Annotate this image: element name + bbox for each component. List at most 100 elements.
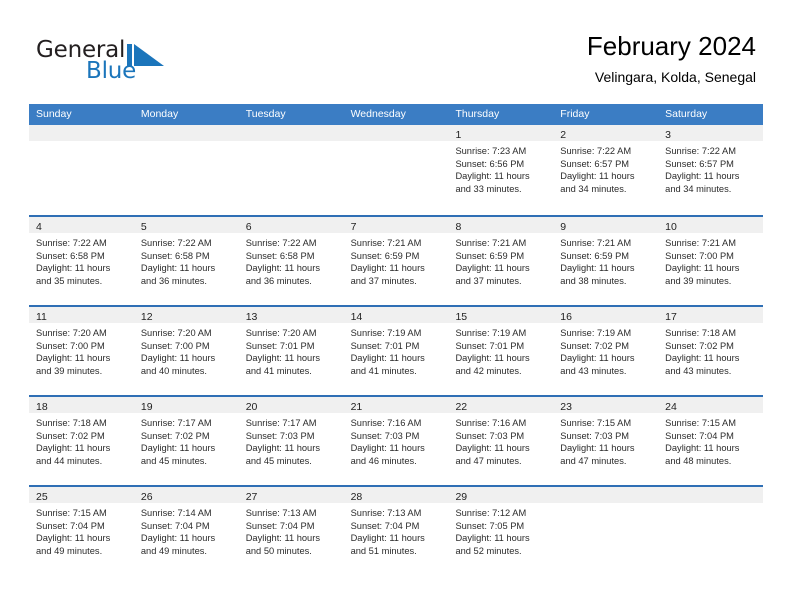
sun-info-line: Sunset: 7:03 PM <box>350 430 420 441</box>
day-number-strip <box>658 487 764 503</box>
sun-info-line: Sunset: 6:57 PM <box>665 158 734 169</box>
day-number-strip: 17 <box>658 307 764 323</box>
day-number-strip <box>553 487 659 503</box>
calendar-day-cell-empty <box>133 125 239 215</box>
day-number: 10 <box>665 221 677 233</box>
sun-info-line: and 43 minutes. <box>560 365 627 376</box>
sun-info-line: Daylight: 11 hours <box>665 263 740 274</box>
sun-info-line: Daylight: 11 hours <box>245 263 320 274</box>
calendar-day-cell[interactable]: 14 Sunrise: 7:19 AM Sunset: 7:01 PM Dayligh… <box>343 307 449 395</box>
day-number: 24 <box>665 401 677 413</box>
sun-info: Sunrise: 7:22 AM Sunset: 6:58 PM Daylight:… <box>134 233 239 287</box>
sun-info-line: and 48 minutes. <box>665 455 732 466</box>
sun-info-line: Daylight: 11 hours <box>245 443 320 454</box>
sun-info-line: Sunrise: 7:21 AM <box>350 238 422 248</box>
calendar-day-cell[interactable]: 9 Sunrise: 7:21 AM Sunset: 6:59 PM Daylight… <box>553 217 659 305</box>
day-number-strip: 6 <box>238 217 344 233</box>
sun-info-line: and 39 minutes. <box>665 275 732 286</box>
sun-info: Sunrise: 7:21 AM Sunset: 6:59 PM Daylight:… <box>553 233 658 287</box>
calendar-page: General Blue February 2024 Velingara, Ko… <box>0 0 792 612</box>
sun-info-line: Sunrise: 7:13 AM <box>245 508 317 518</box>
title-block: February 2024 Velingara, Kolda, Senegal <box>587 30 756 87</box>
sun-info-line: Daylight: 11 hours <box>36 353 111 364</box>
triangle-flag-icon <box>127 44 164 66</box>
sun-info-line: and 52 minutes. <box>455 545 522 556</box>
sun-info-line: and 39 minutes. <box>36 365 103 376</box>
calendar-day-cell[interactable]: 28 Sunrise: 7:13 AM Sunset: 7:04 PM Dayligh… <box>343 487 449 575</box>
calendar-day-cell[interactable]: 22 Sunrise: 7:16 AM Sunset: 7:03 PM Dayligh… <box>448 397 554 485</box>
day-number: 2 <box>560 129 567 141</box>
sun-info: Sunrise: 7:18 AM Sunset: 7:02 PM Daylight:… <box>658 323 763 377</box>
day-number-strip: 27 <box>238 487 344 503</box>
calendar-day-cell[interactable]: 3 Sunrise: 7:22 AM Sunset: 6:57 PM Daylight… <box>658 125 764 215</box>
day-number: 11 <box>36 311 47 323</box>
calendar-day-cell[interactable]: 26 Sunrise: 7:14 AM Sunset: 7:04 PM Dayligh… <box>133 487 239 575</box>
day-number-strip: 3 <box>658 125 764 141</box>
sun-info-line: Sunset: 6:58 PM <box>140 250 210 261</box>
sun-info <box>29 141 134 145</box>
day-number: 18 <box>36 401 48 413</box>
calendar-day-cell[interactable]: 1 Sunrise: 7:23 AM Sunset: 6:56 PM Daylight… <box>448 125 554 215</box>
calendar-day-cell[interactable]: 7 Sunrise: 7:21 AM Sunset: 6:59 PM Daylight… <box>343 217 449 305</box>
calendar-day-cell[interactable]: 2 Sunrise: 7:22 AM Sunset: 6:57 PM Daylight… <box>553 125 659 215</box>
sun-info: Sunrise: 7:21 AM Sunset: 6:59 PM Daylight:… <box>448 233 553 287</box>
day-number-strip: 28 <box>343 487 449 503</box>
calendar-day-cell[interactable]: 20 Sunrise: 7:17 AM Sunset: 7:03 PM Dayligh… <box>238 397 344 485</box>
calendar-day-cell[interactable]: 6 Sunrise: 7:22 AM Sunset: 6:58 PM Daylight… <box>238 217 344 305</box>
sun-info-line: and 51 minutes. <box>350 545 417 556</box>
day-number: 4 <box>36 221 42 233</box>
day-number-strip <box>29 125 134 141</box>
calendar-day-cell[interactable]: 16 Sunrise: 7:19 AM Sunset: 7:02 PM Dayligh… <box>553 307 659 395</box>
calendar-day-cell[interactable]: 12 Sunrise: 7:20 AM Sunset: 7:00 PM Dayligh… <box>133 307 239 395</box>
day-number-strip: 12 <box>133 307 239 323</box>
sun-info-line: Daylight: 11 hours <box>350 533 425 544</box>
sun-info-line: and 36 minutes. <box>140 275 208 286</box>
calendar-day-cell[interactable]: 11 Sunrise: 7:20 AM Sunset: 7:00 PM Dayligh… <box>29 307 134 395</box>
sun-info-line: and 37 minutes. <box>455 275 522 286</box>
day-number: 6 <box>245 221 252 233</box>
calendar-day-cell[interactable]: 13 Sunrise: 7:20 AM Sunset: 7:01 PM Dayligh… <box>238 307 344 395</box>
calendar-day-cell[interactable]: 17 Sunrise: 7:18 AM Sunset: 7:02 PM Dayligh… <box>658 307 764 395</box>
sun-info-line: and 34 minutes. <box>665 183 732 194</box>
calendar-day-cell[interactable]: 19 Sunrise: 7:17 AM Sunset: 7:02 PM Dayligh… <box>133 397 239 485</box>
day-number-strip: 8 <box>448 217 554 233</box>
sun-info-line: Sunrise: 7:19 AM <box>455 328 527 338</box>
calendar-weeks: 1 Sunrise: 7:23 AM Sunset: 6:56 PM Daylight… <box>29 125 764 575</box>
sun-info-line: Sunset: 6:59 PM <box>350 250 420 261</box>
brand-logo[interactable]: General Blue <box>36 37 166 87</box>
day-number-strip: 4 <box>29 217 134 233</box>
sun-info-line: and 50 minutes. <box>245 545 312 556</box>
calendar-day-cell[interactable]: 24 Sunrise: 7:15 AM Sunset: 7:04 PM Dayligh… <box>658 397 764 485</box>
calendar-day-cell[interactable]: 10 Sunrise: 7:21 AM Sunset: 7:00 PM Dayligh… <box>658 217 764 305</box>
calendar-day-cell[interactable]: 15 Sunrise: 7:19 AM Sunset: 7:01 PM Dayligh… <box>448 307 554 395</box>
sun-info-line: Sunset: 7:04 PM <box>140 520 210 531</box>
sun-info-line: Daylight: 11 hours <box>245 353 320 364</box>
calendar-day-cell[interactable]: 4 Sunrise: 7:22 AM Sunset: 6:58 PM Daylight… <box>29 217 134 305</box>
day-number: 9 <box>560 221 567 233</box>
sun-info-line: Sunset: 7:00 PM <box>36 340 105 351</box>
sun-info: Sunrise: 7:15 AM Sunset: 7:04 PM Daylight:… <box>658 413 763 467</box>
calendar-day-cell[interactable]: 8 Sunrise: 7:21 AM Sunset: 6:59 PM Daylight… <box>448 217 554 305</box>
calendar-day-cell[interactable]: 18 Sunrise: 7:18 AM Sunset: 7:02 PM Dayligh… <box>29 397 134 485</box>
sun-info-line: Sunrise: 7:21 AM <box>560 238 632 248</box>
sun-info <box>553 503 658 507</box>
day-number-strip: 26 <box>133 487 239 503</box>
sun-info-line: Sunset: 7:01 PM <box>455 340 525 351</box>
sun-info-line: Daylight: 11 hours <box>455 353 530 364</box>
calendar-day-cell[interactable]: 29 Sunrise: 7:12 AM Sunset: 7:05 PM Dayligh… <box>448 487 554 575</box>
calendar-day-cell[interactable]: 25 Sunrise: 7:15 AM Sunset: 7:04 PM Dayligh… <box>29 487 134 575</box>
day-number-strip: 10 <box>658 217 764 233</box>
day-number: 14 <box>350 311 363 323</box>
sun-info-line: Sunrise: 7:17 AM <box>245 418 317 428</box>
calendar-day-cell[interactable]: 21 Sunrise: 7:16 AM Sunset: 7:03 PM Dayligh… <box>343 397 449 485</box>
sun-info-line: Daylight: 11 hours <box>140 353 216 364</box>
sun-info-line: Daylight: 11 hours <box>560 443 635 454</box>
calendar-day-cell[interactable]: 27 Sunrise: 7:13 AM Sunset: 7:04 PM Dayligh… <box>238 487 344 575</box>
calendar-day-cell[interactable]: 23 Sunrise: 7:15 AM Sunset: 7:03 PM Dayligh… <box>553 397 659 485</box>
sun-info-line: and 49 minutes. <box>36 545 103 556</box>
sun-info: Sunrise: 7:19 AM Sunset: 7:01 PM Daylight:… <box>344 323 449 377</box>
calendar-day-cell[interactable]: 5 Sunrise: 7:22 AM Sunset: 6:58 PM Daylight… <box>133 217 239 305</box>
sun-info-line: Sunset: 6:57 PM <box>560 158 630 169</box>
sun-info-line: Daylight: 11 hours <box>245 533 320 544</box>
sun-info <box>239 141 344 145</box>
